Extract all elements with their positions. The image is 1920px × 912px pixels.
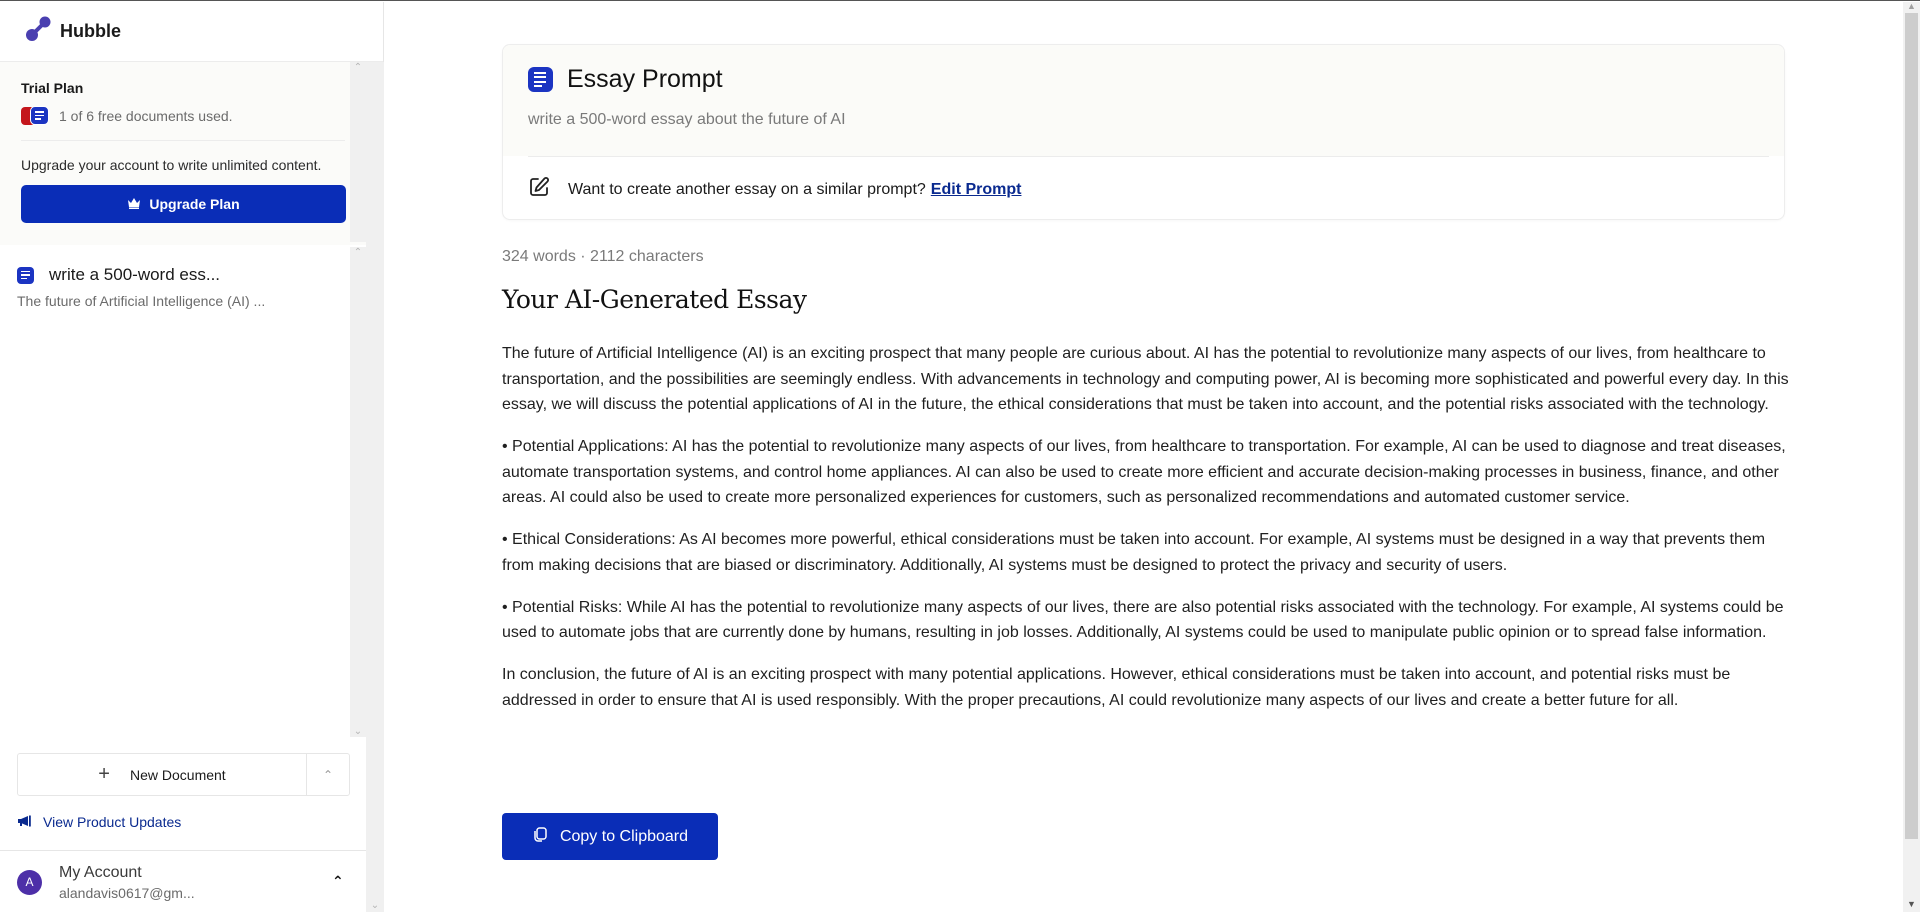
megaphone-icon [17, 814, 31, 830]
brand-header[interactable]: Hubble [0, 2, 383, 62]
account-menu[interactable]: A My Account alandavis0617@gm... ⌃ [0, 850, 366, 912]
prompt-title: Essay Prompt [567, 65, 723, 93]
essay-paragraph: • Ethical Considerations: As AI becomes … [502, 531, 1766, 574]
crown-icon [127, 196, 141, 212]
essay-title: Your AI-Generated Essay [502, 285, 807, 314]
essay-prompt-card: Essay Prompt write a 500-word essay abou… [502, 44, 1785, 220]
document-title: write a 500-word ess... [49, 265, 221, 284]
essay-stats: 324 words · 2112 characters [502, 248, 704, 265]
document-list-scrollbar[interactable]: ⌃ ⌄ [350, 247, 366, 737]
scroll-up-icon[interactable]: ⌃ [350, 62, 366, 73]
sidebar-scroll-area: Trial Plan 1 of 6 free documents used. U… [0, 62, 366, 309]
scroll-down-icon[interactable]: ▼ [1903, 899, 1920, 909]
main-scrollbar-thumb[interactable] [1905, 13, 1918, 839]
trial-usage: 1 of 6 free documents used. [21, 106, 345, 126]
account-email: alandavis0617@gm... [59, 884, 195, 901]
main-content: Essay Prompt write a 500-word essay abou… [385, 2, 1920, 912]
copy-to-clipboard-label: Copy to Clipboard [559, 827, 689, 845]
document-list: write a 500-word ess... The future of Ar… [0, 245, 366, 309]
upgrade-note: Upgrade your account to write unlimited … [21, 157, 322, 173]
divider [528, 156, 1769, 157]
trial-plan-title: Trial Plan [21, 80, 84, 96]
scroll-down-icon[interactable]: ⌄ [367, 900, 383, 911]
edit-icon [528, 176, 550, 203]
sidebar: Hubble Trial Plan 1 of 6 free documents … [0, 2, 384, 912]
avatar: A [17, 869, 42, 895]
divider [21, 140, 345, 141]
prompt-text: write a 500-word essay about the future … [528, 111, 846, 128]
document-list-item[interactable]: write a 500-word ess... The future of Ar… [17, 265, 366, 309]
document-icon [528, 67, 553, 92]
app-name: Hubble [60, 21, 121, 41]
essay-paragraph: • Potential Applications: AI has the pot… [502, 438, 1786, 506]
edit-prompt-link[interactable]: Edit Prompt [931, 181, 1022, 199]
chevron-up-icon: ⌃ [322, 767, 334, 782]
new-document-label: New Document [129, 766, 226, 783]
view-product-updates-label: View Product Updates [43, 814, 182, 830]
documents-stack-icon [21, 106, 51, 126]
view-product-updates-link[interactable]: View Product Updates [17, 814, 181, 830]
upgrade-plan-label: Upgrade Plan [149, 196, 240, 212]
document-icon [17, 266, 34, 284]
chevron-up-icon[interactable]: ⌃ [332, 873, 344, 890]
scroll-up-icon[interactable]: ▲ [1903, 1, 1920, 11]
account-label: My Account [59, 863, 142, 881]
scroll-up-icon[interactable]: ⌃ [350, 247, 366, 258]
molecule-icon [24, 15, 52, 48]
plus-icon: + [98, 763, 110, 785]
trial-plan-panel: Trial Plan 1 of 6 free documents used. U… [0, 62, 366, 245]
document-snippet: The future of Artificial Intelligence (A… [17, 293, 266, 309]
essay-paragraph: The future of Artificial Intelligence (A… [502, 345, 1789, 413]
copy-to-clipboard-button[interactable]: Copy to Clipboard [502, 813, 718, 860]
essay-body: The future of Artificial Intelligence (A… [502, 341, 1792, 730]
similar-prompt-text: Want to create another essay on a simila… [568, 180, 926, 198]
new-document-button[interactable]: + New Document [18, 754, 306, 795]
trial-panel-scrollbar[interactable]: ⌃ [350, 62, 366, 242]
sidebar-scrollbar[interactable]: ⌄ [366, 62, 384, 912]
essay-paragraph: In conclusion, the future of AI is an ex… [502, 666, 1731, 709]
new-document-options-toggle[interactable]: ⌃ [306, 754, 349, 795]
upgrade-plan-button[interactable]: Upgrade Plan [21, 185, 346, 223]
essay-paragraph: • Potential Risks: While AI has the pote… [502, 598, 1784, 642]
scroll-down-icon[interactable]: ⌄ [350, 726, 366, 737]
new-document-control: + New Document ⌃ [17, 753, 350, 796]
copy-icon [532, 826, 548, 847]
usage-text: 1 of 6 free documents used. [59, 108, 233, 124]
